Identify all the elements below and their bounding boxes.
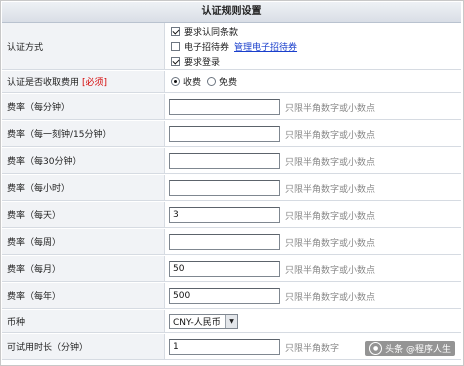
free-label: 免费 xyxy=(219,78,238,88)
fee-required-row: 认证是否收取费用 [必须] 收费 免费 xyxy=(2,71,461,93)
rate-hint: 只限半角数字或小数点 xyxy=(285,131,376,141)
rate-label: 费率（每周） xyxy=(2,229,165,255)
rate-label: 费率（每30分钟） xyxy=(2,148,165,174)
rate-label: 费率（每一刻钟/15分钟） xyxy=(2,121,165,147)
rate-hint: 只限半角数字或小数点 xyxy=(285,239,376,249)
rate-label: 费率（每天） xyxy=(2,202,165,228)
rate-hint: 只限半角数字或小数点 xyxy=(285,293,376,303)
rate-label: 费率（每分钟） xyxy=(2,94,165,120)
agree-terms-checkbox[interactable] xyxy=(171,27,180,36)
require-login-checkbox[interactable] xyxy=(171,57,180,66)
currency-select[interactable]: CNY-人民币 ▼ xyxy=(169,314,238,329)
rate-per-week-input[interactable] xyxy=(169,234,280,250)
agree-terms-label: 要求认同条款 xyxy=(184,28,239,38)
rate-label: 费率（每小时） xyxy=(2,175,165,201)
free-radio[interactable] xyxy=(207,77,217,86)
agree-terms-option[interactable]: 要求认同条款 xyxy=(171,25,238,38)
charge-label: 收费 xyxy=(183,78,202,88)
rate-per-quarter-input[interactable] xyxy=(169,126,280,142)
rate-label: 费率（每年） xyxy=(2,283,165,309)
charge-radio[interactable] xyxy=(171,77,180,86)
chevron-down-icon[interactable]: ▼ xyxy=(225,315,237,328)
rate-hint: 只限半角数字或小数点 xyxy=(285,185,376,195)
manage-e-invitation-link[interactable]: 管理电子招待券 xyxy=(234,40,297,53)
e-invitation-option[interactable]: 电子招待券 管理电子招待券 xyxy=(171,40,297,53)
rate-row: 费率（每小时） 只限半角数字或小数点 xyxy=(2,175,461,201)
e-invitation-checkbox[interactable] xyxy=(171,42,180,51)
currency-value: CNY-人民币 xyxy=(173,318,221,328)
rate-label: 费率（每月） xyxy=(2,256,165,282)
rate-per-day-input[interactable] xyxy=(169,207,280,223)
rate-row: 费率（每月） 只限半角数字或小数点 xyxy=(2,256,461,282)
rate-per-minute-input[interactable] xyxy=(169,99,280,115)
currency-label: 币种 xyxy=(2,310,165,333)
currency-row: 币种 CNY-人民币 ▼ xyxy=(2,310,461,333)
watermark-logo-icon: ● xyxy=(369,342,383,355)
watermark-text: 头条 @程序人生 xyxy=(385,345,451,355)
require-login-option[interactable]: 要求登录 xyxy=(171,55,220,68)
rate-row: 费率（每年） 只限半角数字或小数点 xyxy=(2,283,461,309)
rate-row: 费率（每30分钟） 只限半角数字或小数点 xyxy=(2,148,461,174)
rate-per-30min-input[interactable] xyxy=(169,153,280,169)
rate-per-hour-input[interactable] xyxy=(169,180,280,196)
trial-label: 可试用时长（分钟） xyxy=(2,334,165,360)
panel-title: 认证规则设置 xyxy=(2,2,461,23)
rate-per-month-input[interactable] xyxy=(169,261,280,277)
required-tag: [必须] xyxy=(82,78,108,88)
rate-row: 费率（每周） 只限半角数字或小数点 xyxy=(2,229,461,255)
rate-row: 费率（每分钟） 只限半角数字或小数点 xyxy=(2,94,461,120)
rate-hint: 只限半角数字或小数点 xyxy=(285,212,376,222)
e-invitation-label: 电子招待券 xyxy=(184,43,230,53)
rate-row: 费率（每天） 只限半角数字或小数点 xyxy=(2,202,461,228)
fee-required-label: 认证是否收取费用 xyxy=(7,78,80,88)
rate-hint: 只限半角数字或小数点 xyxy=(285,104,376,114)
rate-row: 费率（每一刻钟/15分钟） 只限半角数字或小数点 xyxy=(2,121,461,147)
rate-hint: 只限半角数字或小数点 xyxy=(285,158,376,168)
rate-hint: 只限半角数字或小数点 xyxy=(285,266,376,276)
trial-duration-input[interactable] xyxy=(169,339,280,355)
auth-method-row: 认证方式 要求认同条款 电子招待券 管理电子招待券 要求登录 xyxy=(2,23,461,70)
trial-hint: 只限半角数字 xyxy=(285,344,340,354)
watermark: ● 头条 @程序人生 xyxy=(365,341,455,356)
auth-rules-panel: 认证规则设置 认证方式 要求认同条款 电子招待券 管理电子招待券 要求登录 认证… xyxy=(0,0,464,366)
auth-method-label: 认证方式 xyxy=(2,23,165,70)
rate-per-year-input[interactable] xyxy=(169,288,280,304)
require-login-label: 要求登录 xyxy=(184,58,221,68)
